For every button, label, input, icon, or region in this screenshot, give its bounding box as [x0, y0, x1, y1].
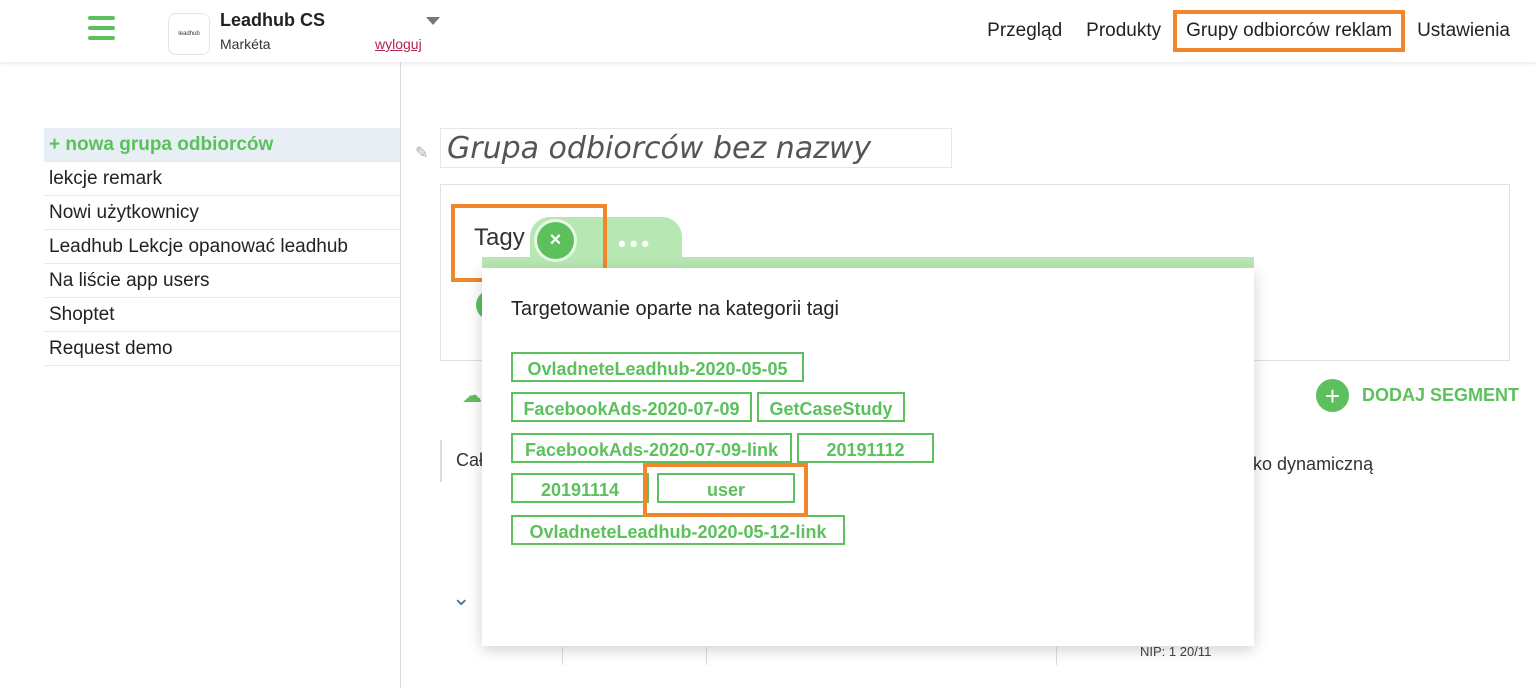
nip-text: NIP: 1 20/11 [1140, 644, 1212, 659]
plus-icon: + [1316, 379, 1349, 412]
sidebar-item[interactable]: lekcje remark [44, 162, 400, 196]
nav-grupy-odbiorcow[interactable]: Grupy odbiorców reklam [1173, 10, 1406, 52]
logout-link[interactable]: wyloguj [375, 36, 422, 52]
new-audience-button[interactable]: + nowa grupa odbiorców [44, 128, 400, 162]
tag-chip[interactable]: OvladneteLeadhub-2020-05-12-link [511, 515, 845, 545]
company-name: Leadhub CS [220, 10, 326, 30]
main-nav: Przegląd Produkty Grupy odbiorców reklam… [987, 0, 1536, 62]
more-icon[interactable]: ••• [618, 231, 653, 257]
sidebar-item[interactable]: Na liście app users [44, 264, 400, 298]
nav-produkty[interactable]: Produkty [1086, 20, 1161, 42]
pencil-icon: ✎ [415, 145, 429, 162]
add-segment-label: DODAJ SEGMENT [1362, 385, 1520, 405]
add-segment-button[interactable]: + DODAJ SEGMENT [1316, 379, 1519, 412]
company-logo: leadhub [168, 13, 210, 55]
tag-chip[interactable]: FacebookAds-2020-07-09 [511, 392, 752, 422]
tag-highlight-box [643, 463, 808, 517]
audience-list: + nowa grupa odbiorców lekcje remark Now… [44, 128, 400, 366]
tag-chip[interactable]: 20191112 [797, 433, 934, 463]
sidebar-item[interactable]: Leadhub Lekcje opanować leadhub [44, 230, 400, 264]
menu-icon[interactable] [88, 16, 115, 40]
tag-chip[interactable]: OvladneteLeadhub-2020-05-05 [511, 352, 804, 382]
popup-title: Targetowanie oparte na kategorii tagi [511, 298, 839, 320]
tag-chip[interactable]: GetCaseStudy [757, 392, 905, 422]
chevron-down-icon[interactable]: ⌄ [452, 585, 470, 611]
divider [1056, 647, 1057, 665]
nav-ustawienia[interactable]: Ustawienia [1417, 20, 1510, 42]
divider [562, 647, 563, 665]
background-text-left: Cał [440, 440, 483, 482]
nav-przeglad[interactable]: Przegląd [987, 20, 1062, 42]
sidebar: + nowa grupa odbiorców lekcje remark Now… [0, 62, 401, 688]
top-header: leadhub Leadhub CS Markéta wyloguj Przeg… [0, 0, 1536, 62]
upload-icon[interactable]: ☁ [462, 383, 482, 408]
logo-text: leadhub [178, 31, 200, 37]
sidebar-item[interactable]: Shoptet [44, 298, 400, 332]
tag-chip[interactable]: 20191114 [511, 473, 649, 503]
sidebar-item[interactable]: Request demo [44, 332, 400, 366]
user-name: Markéta [220, 36, 271, 52]
divider [706, 647, 707, 665]
tag-chip[interactable]: FacebookAds-2020-07-09-link [511, 433, 792, 463]
sidebar-item[interactable]: Nowi użytkownicy [44, 196, 400, 230]
chevron-down-icon[interactable] [426, 17, 440, 25]
audience-name-input[interactable]: Grupa odbiorców bez nazwy [440, 128, 952, 168]
